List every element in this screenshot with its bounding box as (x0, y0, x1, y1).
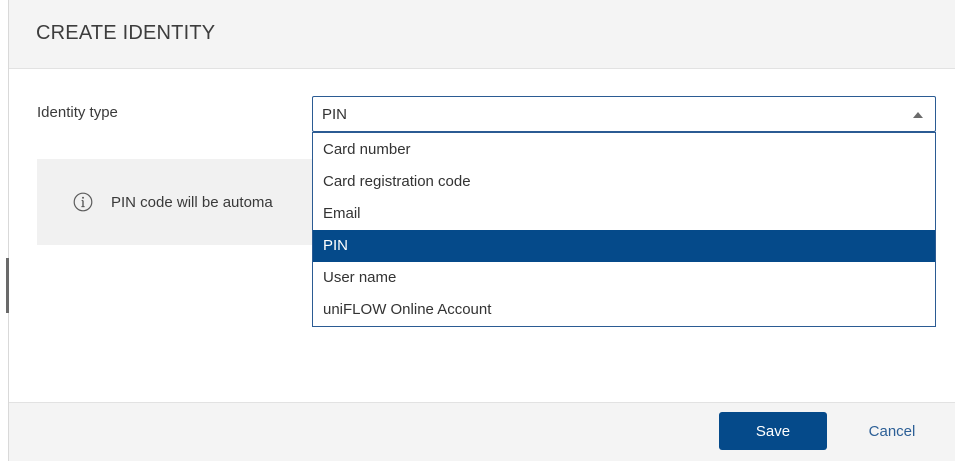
option-card-number[interactable]: Card number (313, 134, 935, 166)
screen: CREATE IDENTITY Identity type PIN PIN co… (0, 0, 955, 461)
dialog-footer: Save Cancel (9, 402, 955, 461)
background-edge (0, 0, 9, 461)
dialog-title: CREATE IDENTITY (36, 22, 216, 44)
identity-type-select[interactable]: PIN (312, 96, 936, 132)
info-circle-icon (73, 192, 93, 212)
identity-type-dropdown: Card number Card registration code Email… (312, 132, 936, 327)
option-pin[interactable]: PIN (313, 230, 935, 262)
identity-type-label: Identity type (37, 104, 118, 121)
option-card-registration-code[interactable]: Card registration code (313, 166, 935, 198)
option-uniflow-online-account[interactable]: uniFLOW Online Account (313, 294, 935, 326)
dialog-header: CREATE IDENTITY (9, 0, 955, 69)
caret-up-icon (913, 112, 923, 118)
create-identity-dialog: CREATE IDENTITY Identity type PIN PIN co… (9, 0, 955, 461)
identity-type-value: PIN (322, 106, 348, 123)
info-text: PIN code will be automa (111, 194, 273, 211)
cancel-button[interactable]: Cancel (845, 412, 939, 450)
save-button[interactable]: Save (719, 412, 827, 450)
option-user-name[interactable]: User name (313, 262, 935, 294)
option-email[interactable]: Email (313, 198, 935, 230)
